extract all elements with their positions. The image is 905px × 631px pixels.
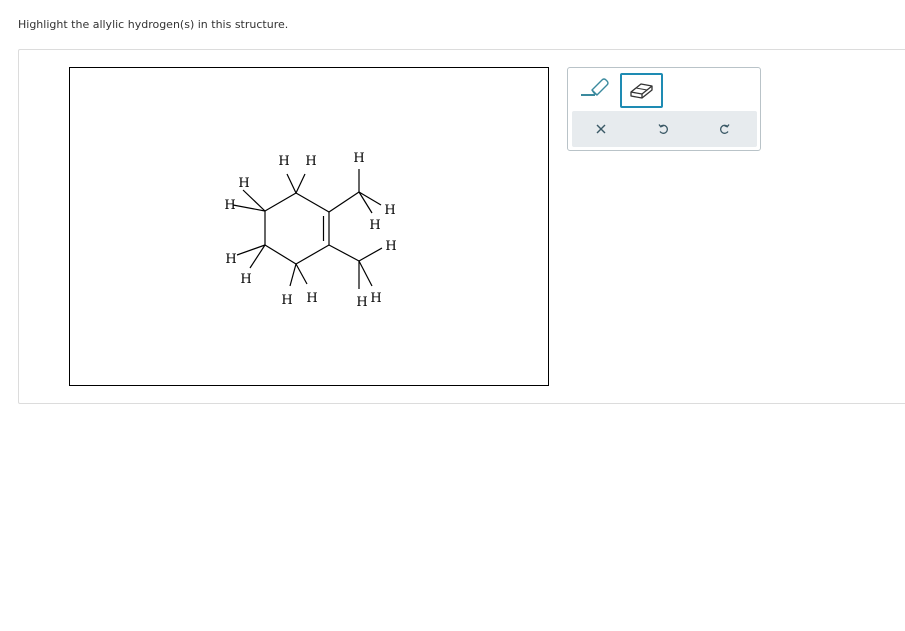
bond <box>295 244 330 265</box>
bond <box>289 263 297 287</box>
clear-button[interactable] <box>572 111 632 147</box>
hydrogen-atom[interactable]: H <box>356 295 367 310</box>
redo-button[interactable] <box>696 111 756 147</box>
drawing-canvas[interactable]: H H H H H H H H H H H H H H <box>69 67 549 386</box>
hydrogen-atom[interactable]: H <box>370 291 381 306</box>
hydrogen-atom[interactable]: H <box>224 198 235 213</box>
redo-icon <box>720 124 730 134</box>
hydrogen-atom[interactable]: H <box>306 291 317 306</box>
hydrogen-atom[interactable]: H <box>305 154 316 169</box>
bond <box>286 173 297 194</box>
highlighter-tool-button[interactable] <box>574 73 618 109</box>
bond <box>358 247 383 262</box>
hydrogen-atom[interactable]: H <box>225 252 236 267</box>
molecule-structure: H H H H H H H H H H H H H H <box>224 151 396 310</box>
bond <box>295 173 306 194</box>
hydrogen-atom[interactable]: H <box>281 293 292 308</box>
eraser-icon <box>630 83 653 99</box>
hydrogen-atom[interactable]: H <box>238 176 249 191</box>
hydrogen-atom[interactable]: H <box>353 151 364 166</box>
question-instruction: Highlight the allylic hydrogen(s) in thi… <box>18 18 289 31</box>
bond <box>358 260 373 287</box>
highlighter-icon <box>581 78 609 96</box>
bond <box>295 192 330 213</box>
bond <box>236 244 266 256</box>
drawing-toolbox <box>567 67 761 151</box>
bond <box>358 191 382 206</box>
hydrogen-atom[interactable]: H <box>369 218 380 233</box>
hydrogen-atom[interactable]: H <box>384 203 395 218</box>
bond <box>264 244 297 265</box>
hydrogen-atom[interactable]: H <box>278 154 289 169</box>
hydrogen-atom[interactable]: H <box>385 239 396 254</box>
undo-button[interactable] <box>634 111 694 147</box>
actions-bar <box>572 111 757 147</box>
bond <box>249 244 266 269</box>
undo-icon <box>658 124 668 134</box>
bond <box>328 244 360 262</box>
bond <box>295 263 308 285</box>
bond <box>264 192 297 212</box>
bond <box>328 191 360 213</box>
hydrogen-atom[interactable]: H <box>240 272 251 287</box>
close-icon <box>596 124 606 134</box>
eraser-tool-button[interactable] <box>620 73 663 108</box>
